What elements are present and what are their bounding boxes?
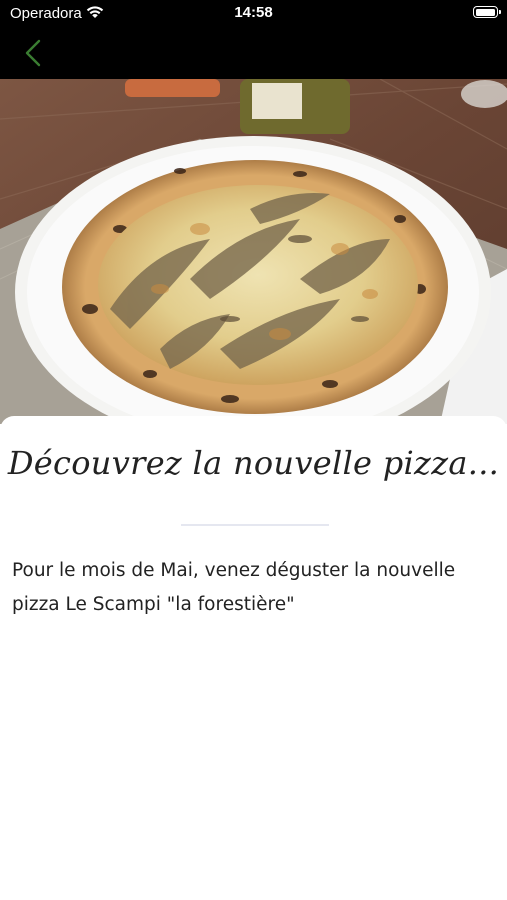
description-text: Pour le mois de Mai, venez déguster la n… [12,560,456,615]
clock: 14:58 [234,4,273,21]
battery-icon [473,6,501,18]
divider [181,524,329,526]
pizza-image [0,79,507,424]
headline: Découvrez la nouvelle pizza... [7,444,500,482]
chevron-left-icon [25,39,41,67]
status-bar: Operadora 14:58 [0,0,507,28]
back-button[interactable] [20,36,50,70]
battery-level [475,8,495,16]
navigation-bar [0,28,507,79]
content-card: Découvrez la nouvelle pizza... Pour le m… [0,416,507,900]
screen: Operadora 14:58 Découvrez la nouvelle pi… [0,0,507,900]
